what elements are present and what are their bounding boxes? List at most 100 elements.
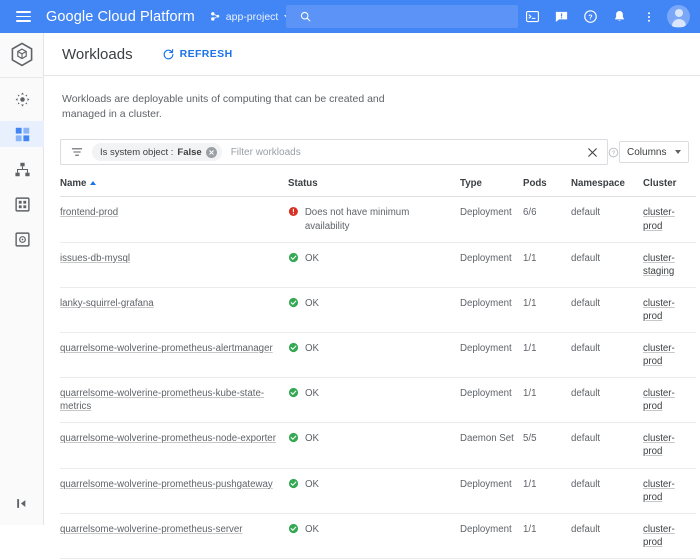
table-row[interactable]: quarrelsome-wolverine-prometheus-alertma…	[60, 332, 696, 379]
global-search-input[interactable]	[320, 11, 518, 22]
status-ok-icon	[288, 478, 299, 488]
cell-status: OK	[288, 468, 460, 514]
sidebar-item-applications[interactable]	[0, 191, 44, 217]
sidebar-item-clusters[interactable]	[0, 86, 44, 112]
table-row[interactable]: issues-db-mysql OK Deployment 1/1 default clu…	[60, 242, 696, 288]
cell-status: OK	[288, 377, 460, 424]
status-error-icon	[288, 207, 298, 217]
cell-cluster: cluster-prod	[643, 196, 696, 243]
remove-chip-icon[interactable]	[205, 146, 217, 158]
filter-workloads-input[interactable]	[230, 146, 577, 158]
refresh-button[interactable]: REFRESH	[162, 48, 233, 61]
cell-cluster: cluster-staging	[643, 242, 696, 288]
cloud-shell-icon[interactable]	[518, 0, 547, 33]
sidebar-item-workloads[interactable]	[0, 121, 44, 147]
status-ok-icon	[288, 523, 299, 533]
table-body: frontend-prod Does not have minimum avail…	[60, 196, 696, 559]
cell-pods: 1/1	[523, 287, 571, 334]
project-selector[interactable]: app-project	[209, 6, 291, 28]
status-ok-icon	[288, 433, 299, 443]
cluster-link[interactable]: cluster-prod	[643, 207, 675, 231]
cell-pods: 1/1	[523, 242, 571, 288]
expand-panel-icon[interactable]	[0, 496, 44, 511]
status-text: OK	[305, 433, 319, 445]
table-row[interactable]: frontend-prod Does not have minimum avail…	[60, 196, 696, 243]
more-options-icon[interactable]	[634, 0, 663, 33]
cell-namespace: default	[571, 468, 643, 514]
cell-type: Deployment	[460, 242, 523, 288]
top-bar-icons: ?	[518, 0, 696, 33]
column-header-pods[interactable]: Pods	[523, 178, 571, 198]
feedback-icon[interactable]	[547, 0, 576, 33]
cell-namespace: default	[571, 242, 643, 288]
avatar[interactable]	[667, 5, 690, 28]
table-row[interactable]: quarrelsome-wolverine-prometheus-server O…	[60, 513, 696, 559]
filter-chip-is-system-object[interactable]: Is system object : False	[92, 143, 222, 162]
refresh-label: REFRESH	[179, 48, 233, 60]
status-text: OK	[305, 388, 319, 400]
clear-filter-icon[interactable]	[577, 140, 607, 165]
workload-name-link[interactable]: quarrelsome-wolverine-prometheus-pushgat…	[60, 479, 273, 490]
status-text: OK	[305, 297, 319, 309]
cell-name: quarrelsome-wolverine-prometheus-node-ex…	[60, 422, 288, 469]
svg-text:?: ?	[612, 151, 616, 157]
left-nav-rail	[0, 33, 44, 525]
global-search-box[interactable]	[286, 5, 518, 28]
filter-input-container: Is system object : False	[60, 139, 608, 166]
column-header-status[interactable]: Status	[288, 178, 460, 198]
workload-name-link[interactable]: lanky-squirrel-grafana	[60, 298, 154, 309]
cell-namespace: default	[571, 422, 643, 469]
filter-help-icon[interactable]: ?	[608, 147, 619, 158]
help-icon[interactable]: ?	[576, 0, 605, 33]
table-row[interactable]: quarrelsome-wolverine-prometheus-node-ex…	[60, 422, 696, 469]
column-header-namespace[interactable]: Namespace	[571, 178, 643, 198]
filter-chip-value: False	[177, 146, 202, 158]
cluster-link[interactable]: cluster-prod	[643, 343, 675, 367]
hamburger-menu-icon[interactable]	[6, 0, 40, 33]
workload-name-link[interactable]: quarrelsome-wolverine-prometheus-kube-st…	[60, 388, 264, 412]
cluster-link[interactable]: cluster-staging	[643, 253, 675, 277]
cluster-link[interactable]: cluster-prod	[643, 524, 675, 548]
column-header-type[interactable]: Type	[460, 178, 523, 198]
svg-text:?: ?	[588, 13, 592, 21]
sidebar-item-services[interactable]	[0, 156, 44, 182]
notifications-icon[interactable]	[605, 0, 634, 33]
columns-button[interactable]: Columns	[619, 141, 690, 164]
cell-status: OK	[288, 513, 460, 559]
workload-name-link[interactable]: quarrelsome-wolverine-prometheus-server	[60, 524, 243, 535]
sidebar-item-storage[interactable]	[0, 226, 44, 252]
cell-type: Deployment	[460, 332, 523, 379]
cluster-link[interactable]: cluster-prod	[643, 479, 675, 503]
workload-name-link[interactable]: quarrelsome-wolverine-prometheus-alertma…	[60, 343, 273, 354]
cell-cluster: cluster-prod	[643, 468, 696, 514]
storage-icon	[14, 231, 30, 247]
cluster-link[interactable]: cluster-prod	[643, 388, 675, 412]
table-row[interactable]: quarrelsome-wolverine-prometheus-kube-st…	[60, 377, 696, 424]
cluster-link[interactable]: cluster-prod	[643, 433, 675, 457]
workload-name-link[interactable]: quarrelsome-wolverine-prometheus-node-ex…	[60, 433, 276, 444]
cell-type: Deployment	[460, 377, 523, 424]
chevron-down-icon	[675, 150, 682, 155]
cell-name: quarrelsome-wolverine-prometheus-pushgat…	[60, 468, 288, 514]
cell-status: OK	[288, 422, 460, 469]
cell-status: Does not have minimum availability	[288, 196, 460, 243]
workloads-table: Name Status Type Pods Namespace Cluster …	[60, 178, 696, 559]
cluster-link[interactable]: cluster-prod	[643, 298, 675, 322]
filter-bar: Is system object : False Filter workload…	[60, 139, 690, 166]
cell-pods: 1/1	[523, 377, 571, 424]
column-header-cluster[interactable]: Cluster	[643, 178, 696, 198]
cell-pods: 1/1	[523, 468, 571, 514]
filter-icon[interactable]	[61, 145, 92, 159]
cell-pods: 6/6	[523, 196, 571, 243]
cell-name: quarrelsome-wolverine-prometheus-server	[60, 513, 288, 559]
table-row[interactable]: quarrelsome-wolverine-prometheus-pushgat…	[60, 468, 696, 514]
cell-cluster: cluster-prod	[643, 513, 696, 559]
table-row[interactable]: lanky-squirrel-grafana OK Deployment 1/1 def…	[60, 287, 696, 334]
kubernetes-engine-logo	[0, 33, 44, 78]
cell-pods: 1/1	[523, 332, 571, 379]
workload-name-link[interactable]: issues-db-mysql	[60, 253, 130, 264]
column-header-name[interactable]: Name	[60, 178, 288, 198]
sort-ascending-icon	[90, 181, 97, 186]
cell-name: issues-db-mysql	[60, 242, 288, 288]
workload-name-link[interactable]: frontend-prod	[60, 207, 118, 218]
